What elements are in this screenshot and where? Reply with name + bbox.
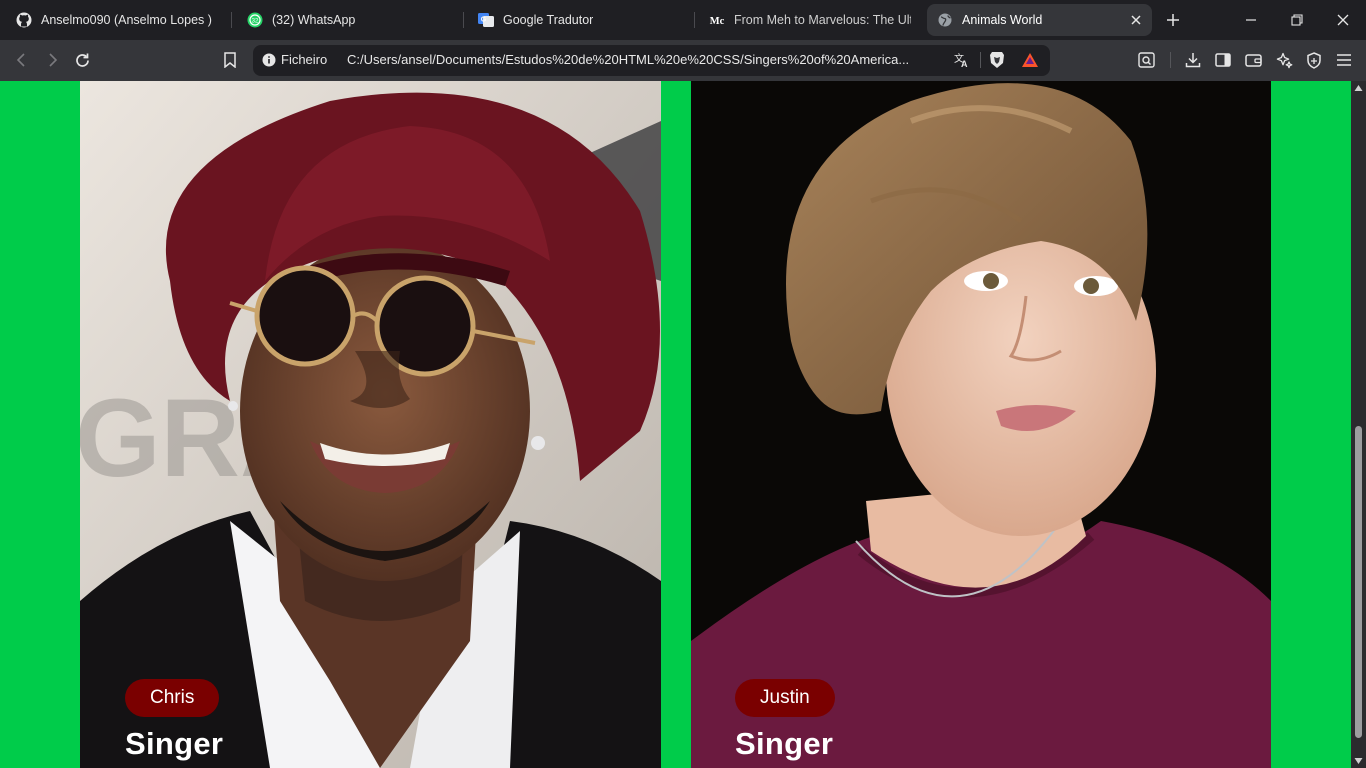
brave-shield-icon[interactable] bbox=[987, 50, 1007, 70]
restore-icon[interactable] bbox=[1287, 10, 1307, 30]
scroll-down-arrow-icon[interactable] bbox=[1354, 757, 1363, 765]
tab-medium[interactable]: Mc From Meh to Marvelous: The Ultim bbox=[699, 4, 921, 36]
brave-rewards-icon[interactable] bbox=[1020, 50, 1040, 70]
singer-name: Chris bbox=[150, 687, 195, 708]
singer-role: Singer bbox=[735, 726, 834, 761]
singer-photo-chris: GRA bbox=[80, 81, 661, 768]
info-icon[interactable] bbox=[262, 53, 276, 67]
page-scrollbar[interactable] bbox=[1351, 81, 1366, 768]
tab-divider bbox=[694, 12, 695, 28]
globe-icon bbox=[937, 12, 953, 28]
reload-icon[interactable] bbox=[72, 50, 92, 70]
svg-text:G: G bbox=[481, 17, 487, 24]
scroll-up-arrow-icon[interactable] bbox=[1354, 84, 1363, 92]
medium-icon: Mc bbox=[709, 12, 725, 28]
tab-title: Anselmo090 (Anselmo Lopes ) bbox=[41, 13, 212, 27]
singer-card-justin: Justin Singer bbox=[691, 81, 1271, 768]
new-tab-button[interactable] bbox=[1163, 10, 1183, 30]
back-icon[interactable] bbox=[12, 50, 32, 70]
tab-title: (32) WhatsApp bbox=[272, 13, 356, 27]
forward-icon[interactable] bbox=[42, 50, 62, 70]
close-tab-icon[interactable] bbox=[1128, 12, 1144, 28]
tab-google-translate[interactable]: G Google Tradutor bbox=[468, 4, 690, 36]
downloads-icon[interactable] bbox=[1183, 50, 1203, 70]
singer-role: Singer bbox=[125, 726, 224, 761]
translate-icon[interactable]: 文A bbox=[951, 50, 971, 70]
search-in-page-icon[interactable] bbox=[1136, 50, 1156, 70]
tab-animals-world[interactable]: Animals World bbox=[927, 4, 1152, 36]
leo-ai-icon[interactable] bbox=[1274, 50, 1294, 70]
singer-name-tag[interactable]: Chris bbox=[125, 679, 220, 717]
address-scheme-label: Ficheiro bbox=[281, 52, 328, 67]
svg-text:32: 32 bbox=[252, 19, 259, 25]
google-translate-icon: G bbox=[478, 12, 494, 28]
vpn-shield-icon[interactable] bbox=[1304, 50, 1324, 70]
minimize-icon[interactable] bbox=[1241, 10, 1261, 30]
tab-whatsapp[interactable]: 32 (32) WhatsApp bbox=[237, 4, 459, 36]
wallet-icon[interactable] bbox=[1243, 50, 1263, 70]
menu-icon[interactable] bbox=[1334, 50, 1354, 70]
address-divider bbox=[980, 52, 981, 68]
address-url[interactable]: C:/Users/ansel/Documents/Estudos%20de%20… bbox=[347, 52, 937, 67]
singer-photo-justin bbox=[691, 81, 1271, 768]
tab-title: Animals World bbox=[962, 13, 1043, 27]
toolbar-divider bbox=[1170, 52, 1171, 68]
page-viewport: GRA Chris Singer Justin Singer bbox=[0, 81, 1351, 768]
scroll-thumb[interactable] bbox=[1355, 426, 1362, 738]
bookmark-icon[interactable] bbox=[220, 50, 240, 70]
tab-github[interactable]: Anselmo090 (Anselmo Lopes ) bbox=[6, 4, 226, 36]
tab-strip: Anselmo090 (Anselmo Lopes ) 32 (32) What… bbox=[0, 0, 1366, 40]
singer-card-chris: GRA Chris Singer bbox=[80, 81, 661, 768]
tab-divider bbox=[463, 12, 464, 28]
singer-name-tag[interactable]: Justin bbox=[735, 679, 835, 717]
sidebar-toggle-icon[interactable] bbox=[1213, 50, 1233, 70]
singer-name: Justin bbox=[760, 687, 810, 708]
tab-title: From Meh to Marvelous: The Ultim bbox=[734, 13, 911, 27]
svg-text:Mc: Mc bbox=[710, 16, 725, 27]
svg-text:A: A bbox=[961, 59, 968, 68]
tab-title: Google Tradutor bbox=[503, 13, 594, 27]
github-icon bbox=[16, 12, 32, 28]
whatsapp-icon: 32 bbox=[247, 12, 263, 28]
tab-divider bbox=[231, 12, 232, 28]
close-window-icon[interactable] bbox=[1333, 10, 1353, 30]
